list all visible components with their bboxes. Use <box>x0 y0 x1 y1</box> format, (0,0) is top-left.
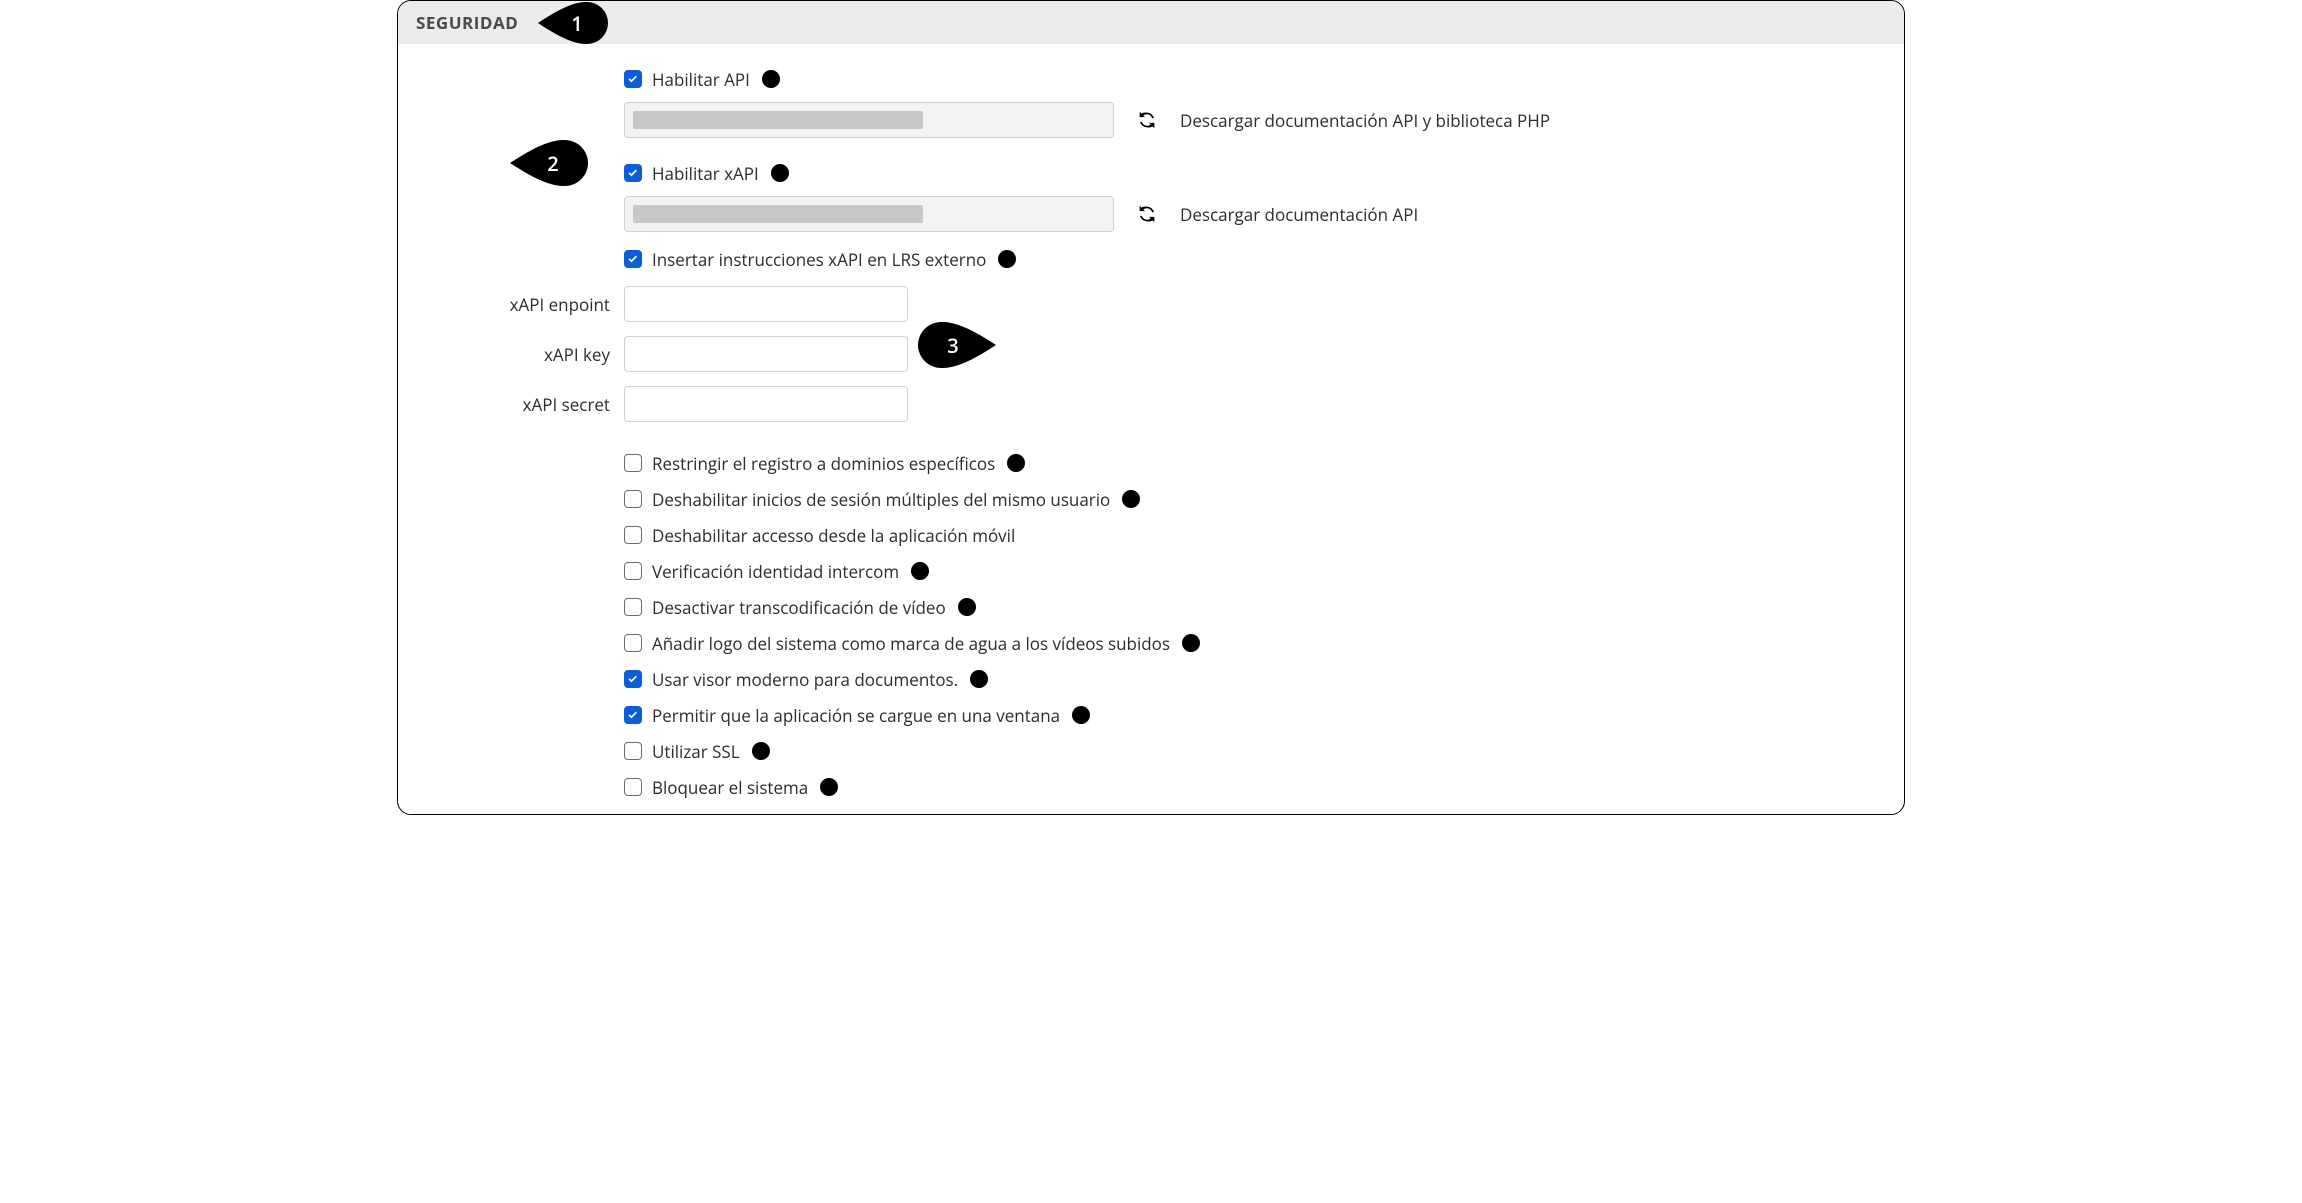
info-icon[interactable] <box>750 740 772 762</box>
section-header: SEGURIDAD <box>398 1 1904 44</box>
refresh-icon[interactable] <box>1136 203 1158 225</box>
input-xapi-endpoint[interactable] <box>624 286 908 322</box>
row-xapi-key-box: Descargar documentación API <box>420 196 1882 232</box>
info-icon[interactable] <box>996 248 1018 270</box>
row-enable-api: Habilitar API <box>420 62 1882 96</box>
label-watermark: Añadir logo del sistema como marca de ag… <box>652 632 1170 655</box>
info-icon[interactable] <box>1005 452 1027 474</box>
row-enable-xapi: Habilitar xAPI <box>420 156 1882 190</box>
security-settings-panel: SEGURIDAD 1 Habilitar API <box>397 0 1905 815</box>
label-iframe-window: Permitir que la aplicación se cargue en … <box>652 704 1060 727</box>
checkbox-intercom-verify[interactable] <box>624 562 642 580</box>
row-lock-system: Bloquear el sistema <box>420 770 1882 804</box>
download-api-docs-link[interactable]: Descargar documentación API y biblioteca… <box>1180 109 1550 132</box>
info-icon[interactable] <box>909 560 931 582</box>
checkbox-watermark[interactable] <box>624 634 642 652</box>
label-xapi-secret: xAPI secret <box>420 393 624 416</box>
row-disable-transcode: Desactivar transcodificación de vídeo <box>420 590 1882 624</box>
label-disable-mobile: Deshabilitar accesso desde la aplicación… <box>652 524 1015 547</box>
checkbox-disable-transcode[interactable] <box>624 598 642 616</box>
checkbox-lock-system[interactable] <box>624 778 642 796</box>
checkbox-restrict-domains[interactable] <box>624 454 642 472</box>
checkbox-modern-viewer[interactable] <box>624 670 642 688</box>
api-key-field[interactable] <box>624 102 1114 138</box>
row-xapi-key: xAPI key <box>420 336 1882 372</box>
info-icon[interactable] <box>769 162 791 184</box>
checkbox-disable-multi-login[interactable] <box>624 490 642 508</box>
info-icon[interactable] <box>1070 704 1092 726</box>
row-use-ssl: Utilizar SSL <box>420 734 1882 768</box>
info-icon[interactable] <box>968 668 990 690</box>
input-xapi-key[interactable] <box>624 336 908 372</box>
checkbox-enable-api[interactable] <box>624 70 642 88</box>
row-api-key: Descargar documentación API y biblioteca… <box>420 102 1882 138</box>
row-xapi-secret: xAPI secret <box>420 386 1882 422</box>
section-content: 1 Habilitar API <box>398 44 1904 804</box>
masked-value <box>633 111 923 129</box>
label-xapi-endpoint: xAPI enpoint <box>420 293 624 316</box>
label-use-ssl: Utilizar SSL <box>652 740 740 763</box>
info-icon[interactable] <box>1180 632 1202 654</box>
checkbox-push-lrs[interactable] <box>624 250 642 268</box>
xapi-key-field[interactable] <box>624 196 1114 232</box>
checkbox-use-ssl[interactable] <box>624 742 642 760</box>
info-icon[interactable] <box>956 596 978 618</box>
label-modern-viewer: Usar visor moderno para documentos. <box>652 668 958 691</box>
checkbox-enable-xapi[interactable] <box>624 164 642 182</box>
label-enable-xapi: Habilitar xAPI <box>652 162 759 185</box>
info-icon[interactable] <box>818 776 840 798</box>
label-lock-system: Bloquear el sistema <box>652 776 808 799</box>
checkbox-iframe-window[interactable] <box>624 706 642 724</box>
label-disable-multi-login: Deshabilitar inicios de sesión múltiples… <box>652 488 1110 511</box>
info-icon[interactable] <box>1120 488 1142 510</box>
download-xapi-docs-link[interactable]: Descargar documentación API <box>1180 203 1418 226</box>
label-disable-transcode: Desactivar transcodificación de vídeo <box>652 596 946 619</box>
row-disable-mobile: Deshabilitar accesso desde la aplicación… <box>420 518 1882 552</box>
info-icon[interactable] <box>760 68 782 90</box>
masked-value <box>633 205 923 223</box>
row-intercom-verify: Verificación identidad intercom <box>420 554 1882 588</box>
row-push-lrs: Insertar instrucciones xAPI en LRS exter… <box>420 242 1882 276</box>
label-xapi-key: xAPI key <box>420 343 624 366</box>
row-modern-viewer: Usar visor moderno para documentos. <box>420 662 1882 696</box>
row-restrict-domains: Restringir el registro a dominios especí… <box>420 446 1882 480</box>
row-xapi-endpoint: xAPI enpoint <box>420 286 1882 322</box>
refresh-icon[interactable] <box>1136 109 1158 131</box>
checkbox-disable-mobile[interactable] <box>624 526 642 544</box>
row-watermark: Añadir logo del sistema como marca de ag… <box>420 626 1882 660</box>
label-push-lrs: Insertar instrucciones xAPI en LRS exter… <box>652 248 986 271</box>
label-restrict-domains: Restringir el registro a dominios especí… <box>652 452 995 475</box>
row-disable-multi-login: Deshabilitar inicios de sesión múltiples… <box>420 482 1882 516</box>
label-enable-api: Habilitar API <box>652 68 750 91</box>
row-iframe-window: Permitir que la aplicación se cargue en … <box>420 698 1882 732</box>
label-intercom-verify: Verificación identidad intercom <box>652 560 899 583</box>
input-xapi-secret[interactable] <box>624 386 908 422</box>
section-title: SEGURIDAD <box>416 11 518 34</box>
